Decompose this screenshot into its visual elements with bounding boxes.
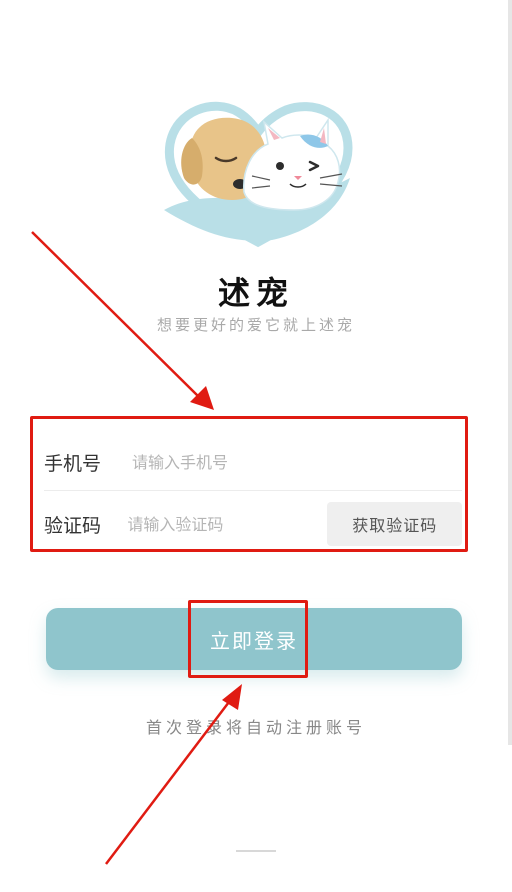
arrow-2-head-icon — [222, 684, 242, 710]
auto-register-hint: 首次登录将自动注册账号 — [145, 718, 366, 737]
scrollbar-track[interactable] — [508, 0, 512, 745]
app-name: 述宠 — [217, 274, 294, 312]
highlight-box-form — [30, 416, 468, 552]
home-indicator — [236, 850, 276, 852]
dog-cat-heart-logo-icon — [164, 101, 353, 248]
arrow-1-head-icon — [190, 386, 214, 410]
highlight-box-login — [188, 600, 308, 678]
app-slogan: 想要更好的爱它就上述宠 — [156, 316, 355, 334]
